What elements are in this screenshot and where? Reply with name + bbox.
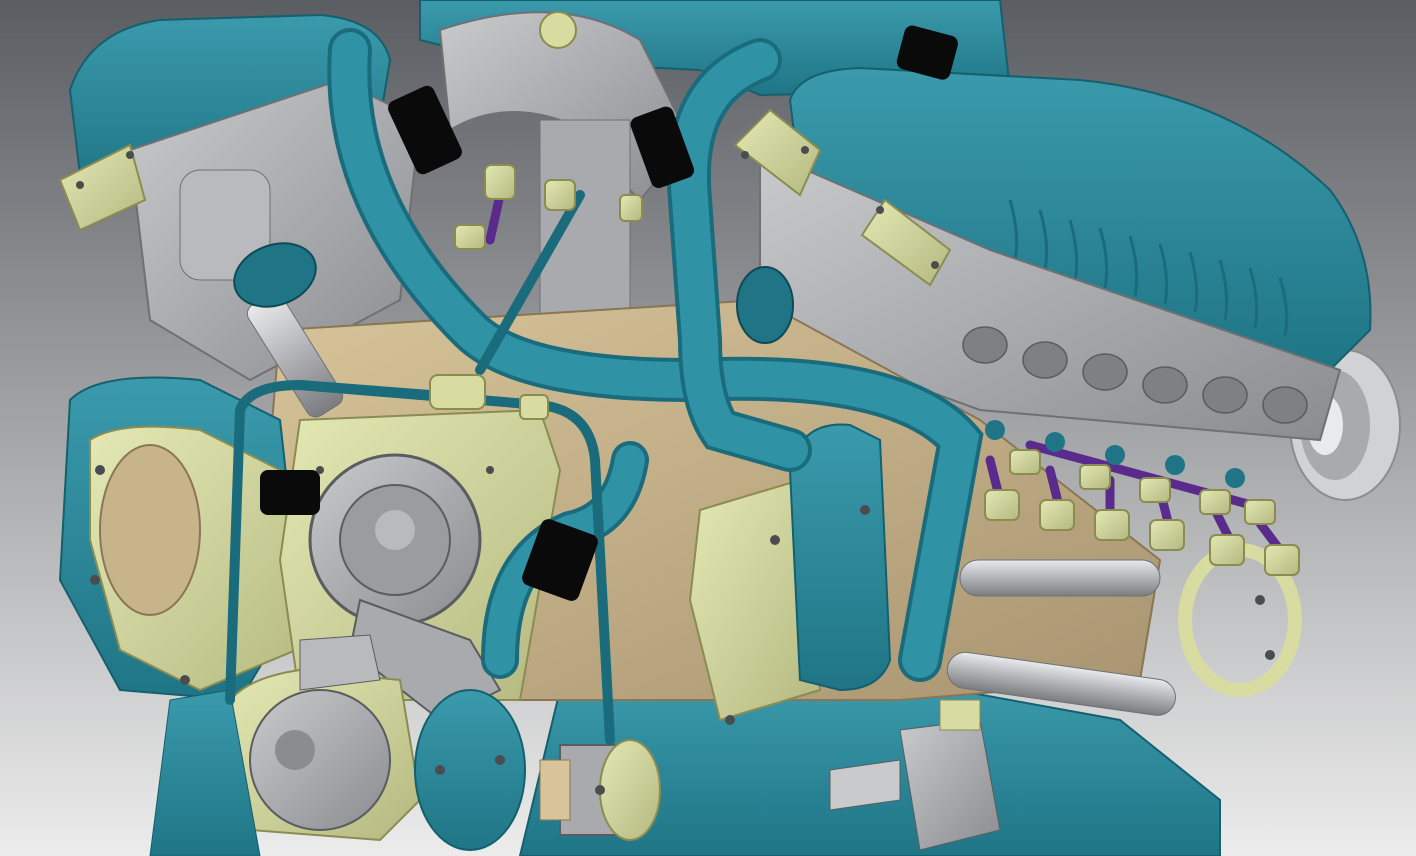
- fitting-icon: [454, 224, 486, 250]
- accessory-flange: [99, 444, 201, 616]
- fitting-icon: [1139, 477, 1171, 503]
- bolt-icon: [741, 151, 749, 159]
- bolt-icon: [801, 146, 809, 154]
- bolt-icon: [316, 466, 324, 474]
- fitting-icon: [544, 179, 576, 211]
- bolt-icon: [770, 535, 780, 545]
- fitting-icon: [1094, 509, 1130, 541]
- bolt-icon: [860, 505, 870, 515]
- fitting-icon: [484, 164, 516, 200]
- bolt-icon: [495, 755, 505, 765]
- fitting-icon: [1009, 449, 1041, 475]
- fitting-icon: [1079, 464, 1111, 490]
- bolt-icon: [876, 206, 884, 214]
- fitting-icon: [1244, 499, 1276, 525]
- bolt-icon: [180, 675, 190, 685]
- bolt-icon: [539, 11, 577, 49]
- bolt-icon: [595, 785, 605, 795]
- fitting-icon: [1199, 489, 1231, 515]
- water-pump: [308, 453, 482, 627]
- fitting-icon: [1039, 499, 1075, 531]
- bolt-icon: [95, 465, 105, 475]
- fitting-icon: [1209, 534, 1245, 566]
- bolt-icon: [486, 466, 494, 474]
- engine-render: [0, 0, 1416, 856]
- cad-viewport[interactable]: [0, 0, 1416, 856]
- hose-clamp-icon: [260, 470, 320, 515]
- lower-flange-teal: [414, 689, 526, 851]
- fitting-icon: [619, 194, 643, 222]
- fitting-icon: [1149, 519, 1185, 551]
- bolt-icon: [76, 181, 84, 189]
- bolt-icon: [126, 151, 134, 159]
- bolt-icon: [1255, 595, 1265, 605]
- throttle-body: [539, 119, 631, 331]
- fitting-icon: [1264, 544, 1300, 576]
- bolt-icon: [90, 575, 100, 585]
- bolt-icon: [1265, 650, 1275, 660]
- bolt-icon: [931, 261, 939, 269]
- fitting-icon: [984, 489, 1020, 521]
- bolt-icon: [435, 765, 445, 775]
- bolt-icon: [725, 715, 735, 725]
